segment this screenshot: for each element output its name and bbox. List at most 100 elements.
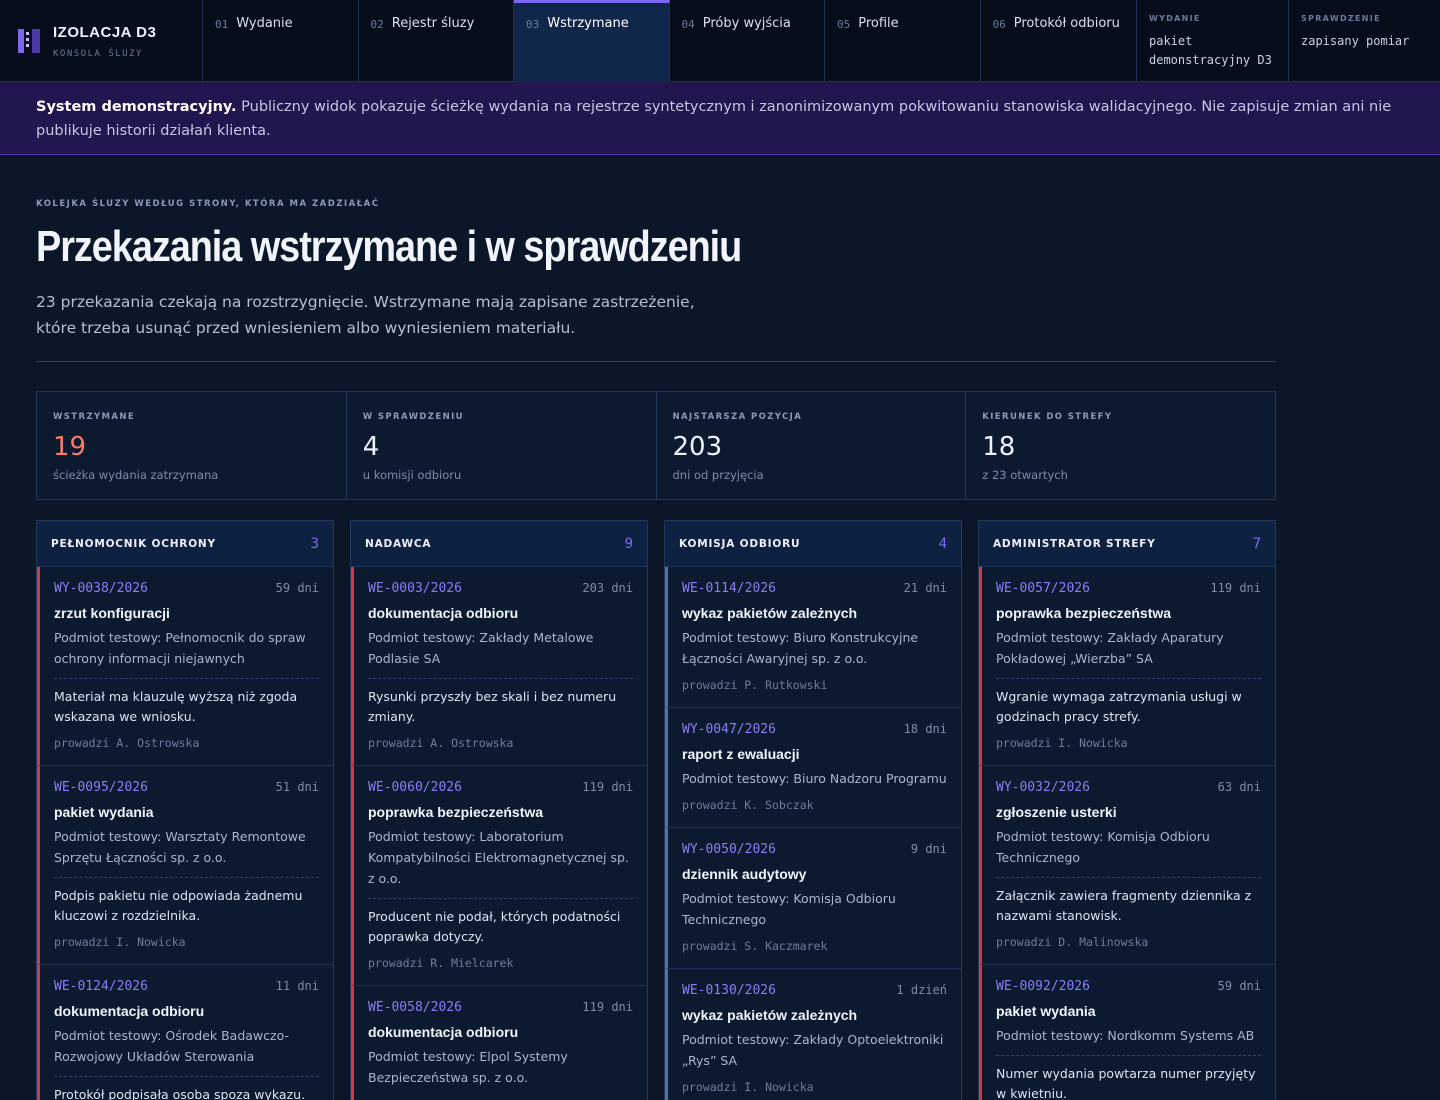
tab-profile[interactable]: 05 Profile bbox=[825, 0, 981, 82]
case-id[interactable]: WE-0092/2026 bbox=[996, 979, 1090, 994]
release-info: WYDANIE pakiet demonstracyjny D3 bbox=[1136, 0, 1288, 82]
case-title: zrzut konfiguracji bbox=[54, 605, 170, 621]
column-header: ADMINISTRATOR STREFY 7 bbox=[979, 521, 1275, 567]
case-card[interactable]: WE-0060/2026 119 dni poprawka bezpieczeń… bbox=[351, 766, 647, 986]
stat-caption: dni od przyjęcia bbox=[672, 468, 764, 482]
card-divider bbox=[54, 1076, 319, 1077]
banner-text: Publiczny widok pokazuje ścieżkę wydania… bbox=[36, 99, 1392, 139]
airlock-logo-icon bbox=[18, 29, 40, 53]
tab-rejestr-sluzy[interactable]: 02 Rejestr śluzy bbox=[359, 0, 514, 82]
case-age: 21 dni bbox=[903, 581, 947, 595]
stat-label: W SPRAWDZENIU bbox=[362, 412, 464, 422]
case-age: 119 dni bbox=[582, 780, 633, 794]
stat-value: 203 bbox=[672, 432, 723, 462]
app-title: IZOLACJA D3 bbox=[53, 23, 157, 41]
case-title: poprawka bezpieczeństwa bbox=[368, 804, 544, 820]
case-id[interactable]: WY-0032/2026 bbox=[996, 780, 1090, 795]
tab-wstrzymane[interactable]: 03 Wstrzymane bbox=[514, 0, 670, 82]
case-title: dokumentacja odbioru bbox=[368, 1024, 519, 1040]
stat-label: KIERUNEK DO STREFY bbox=[982, 412, 1113, 422]
card-header: WE-0057/2026 119 dni bbox=[996, 581, 1261, 596]
case-card[interactable]: WE-0057/2026 119 dni poprawka bezpieczeń… bbox=[979, 567, 1275, 766]
case-title: pakiet wydania bbox=[54, 804, 154, 820]
case-id[interactable]: WE-0057/2026 bbox=[996, 581, 1090, 596]
card-header: WE-0092/2026 59 dni bbox=[996, 979, 1261, 994]
page-lead: 23 przekazania czekają na rozstrzygnięci… bbox=[36, 293, 695, 337]
column-count: 9 bbox=[624, 535, 633, 552]
stat-value: 4 bbox=[362, 432, 380, 462]
case-card[interactable]: WE-0003/2026 203 dni dokumentacja odbior… bbox=[351, 567, 647, 766]
case-card[interactable]: WE-0058/2026 119 dni dokumentacja odbior… bbox=[351, 986, 647, 1100]
tab-wydanie[interactable]: 01 Wydanie bbox=[203, 0, 359, 82]
case-card[interactable]: WE-0095/2026 51 dni pakiet wydania Podmi… bbox=[37, 766, 333, 965]
column-header: NADAWCA 9 bbox=[351, 521, 647, 567]
case-owner: prowadzi S. Kaczmarek bbox=[682, 939, 828, 953]
case-age: 203 dni bbox=[582, 581, 633, 595]
case-id[interactable]: WE-0003/2026 bbox=[368, 581, 462, 596]
case-id[interactable]: WE-0058/2026 bbox=[368, 1000, 462, 1015]
stat-najstarsza-pozycja: NAJSTARSZA POZYCJA 203 dni od przyjęcia bbox=[657, 392, 967, 499]
case-note: Załącznik zawiera fragmenty dziennika z … bbox=[996, 888, 1252, 923]
banner-strong: System demonstracyjny. bbox=[36, 99, 237, 115]
card-header: WY-0032/2026 63 dni bbox=[996, 780, 1261, 795]
case-card[interactable]: WY-0047/2026 18 dni raport z ewaluacji P… bbox=[665, 708, 961, 828]
case-card[interactable]: WY-0032/2026 63 dni zgłoszenie usterki P… bbox=[979, 766, 1275, 965]
case-title: wykaz pakietów zależnych bbox=[682, 1007, 858, 1023]
tab-proby-wyjscia[interactable]: 04 Próby wyjścia bbox=[670, 0, 825, 82]
case-title: dokumentacja odbioru bbox=[54, 1003, 205, 1019]
case-owner: prowadzi D. Malinowska bbox=[996, 935, 1149, 949]
card-header: WE-0124/2026 11 dni bbox=[54, 979, 319, 994]
card-header: WE-0058/2026 119 dni bbox=[368, 1000, 633, 1015]
case-subject: Podmiot testowy: Zakłady Aparatury Pokła… bbox=[996, 630, 1224, 666]
case-card[interactable]: WE-0092/2026 59 dni pakiet wydania Podmi… bbox=[979, 965, 1275, 1100]
case-id[interactable]: WE-0130/2026 bbox=[682, 983, 776, 998]
column-count: 7 bbox=[1252, 535, 1261, 552]
card-header: WE-0060/2026 119 dni bbox=[368, 780, 633, 795]
column-header: PEŁNOMOCNIK OCHRONY 3 bbox=[37, 521, 333, 567]
case-id[interactable]: WE-0114/2026 bbox=[682, 581, 776, 596]
card-divider bbox=[368, 898, 633, 899]
column-header: KOMISJA ODBIORU 4 bbox=[665, 521, 961, 567]
brand-text: IZOLACJA D3 KONSOLA ŚLUZY bbox=[53, 24, 156, 59]
stat-value: 18 bbox=[982, 432, 1016, 462]
case-age: 18 dni bbox=[903, 722, 947, 736]
stat-kierunek-do-strefy: KIERUNEK DO STREFY 18 z 23 otwartych bbox=[966, 392, 1275, 499]
release-value-line: pakiet bbox=[1149, 34, 1193, 48]
case-subject: Podmiot testowy: Pełnomocnik do spraw oc… bbox=[54, 630, 306, 666]
release-value: pakiet demonstracyjny D3 bbox=[1149, 32, 1276, 70]
case-age: 63 dni bbox=[1217, 780, 1261, 794]
page-eyebrow: KOLEJKA ŚLUZY WEDŁUG STRONY, KTÓRA MA ZA… bbox=[36, 199, 380, 209]
case-id[interactable]: WE-0060/2026 bbox=[368, 780, 462, 795]
tab-label: Profile bbox=[858, 16, 899, 31]
case-card[interactable]: WE-0124/2026 11 dni dokumentacja odbioru… bbox=[37, 965, 333, 1100]
demo-banner: System demonstracyjny. Publiczny widok p… bbox=[0, 82, 1440, 155]
case-subject: Podmiot testowy: Nordkomm Systems AB bbox=[996, 1028, 1255, 1043]
case-owner: prowadzi R. Mielcarek bbox=[368, 956, 514, 970]
card-header: WY-0047/2026 18 dni bbox=[682, 722, 947, 737]
case-id[interactable]: WY-0038/2026 bbox=[54, 581, 148, 596]
case-subject: Podmiot testowy: Komisja Odbioru Technic… bbox=[682, 891, 896, 927]
case-note: Producent nie podał, których podatności … bbox=[368, 909, 621, 944]
divider bbox=[36, 361, 1276, 362]
case-card[interactable]: WE-0130/2026 1 dzień wykaz pakietów zale… bbox=[665, 969, 961, 1100]
stats-strip: WSTRZYMANE 19 ścieżka wydania zatrzymana… bbox=[36, 391, 1276, 500]
case-subject: Podmiot testowy: Zakłady Optoelektroniki… bbox=[682, 1032, 944, 1068]
case-id[interactable]: WE-0095/2026 bbox=[54, 780, 148, 795]
case-id[interactable]: WY-0050/2026 bbox=[682, 842, 776, 857]
tab-protokol-odbioru[interactable]: 06 Protokół odbioru bbox=[981, 0, 1137, 82]
case-owner: prowadzi I. Nowicka bbox=[682, 1080, 814, 1094]
card-divider bbox=[996, 877, 1261, 878]
case-title: zgłoszenie usterki bbox=[996, 804, 1117, 820]
column-administrator-strefy: ADMINISTRATOR STREFY 7 WE-0057/2026 119 … bbox=[978, 520, 1276, 1100]
case-title: dokumentacja odbioru bbox=[368, 605, 519, 621]
case-card[interactable]: WY-0050/2026 9 dni dziennik audytowy Pod… bbox=[665, 828, 961, 969]
case-title: dziennik audytowy bbox=[682, 866, 807, 882]
case-id[interactable]: WY-0047/2026 bbox=[682, 722, 776, 737]
case-card[interactable]: WY-0038/2026 59 dni zrzut konfiguracji P… bbox=[37, 567, 333, 766]
stat-wstrzymane: WSTRZYMANE 19 ścieżka wydania zatrzymana bbox=[37, 392, 347, 499]
brand[interactable]: IZOLACJA D3 KONSOLA ŚLUZY bbox=[0, 0, 203, 82]
case-note: Protokół podpisała osoba spoza wykazu. bbox=[54, 1087, 306, 1100]
column-komisja-odbioru: KOMISJA ODBIORU 4 WE-0114/2026 21 dni wy… bbox=[664, 520, 962, 1100]
case-card[interactable]: WE-0114/2026 21 dni wykaz pakietów zależ… bbox=[665, 567, 961, 708]
case-id[interactable]: WE-0124/2026 bbox=[54, 979, 148, 994]
